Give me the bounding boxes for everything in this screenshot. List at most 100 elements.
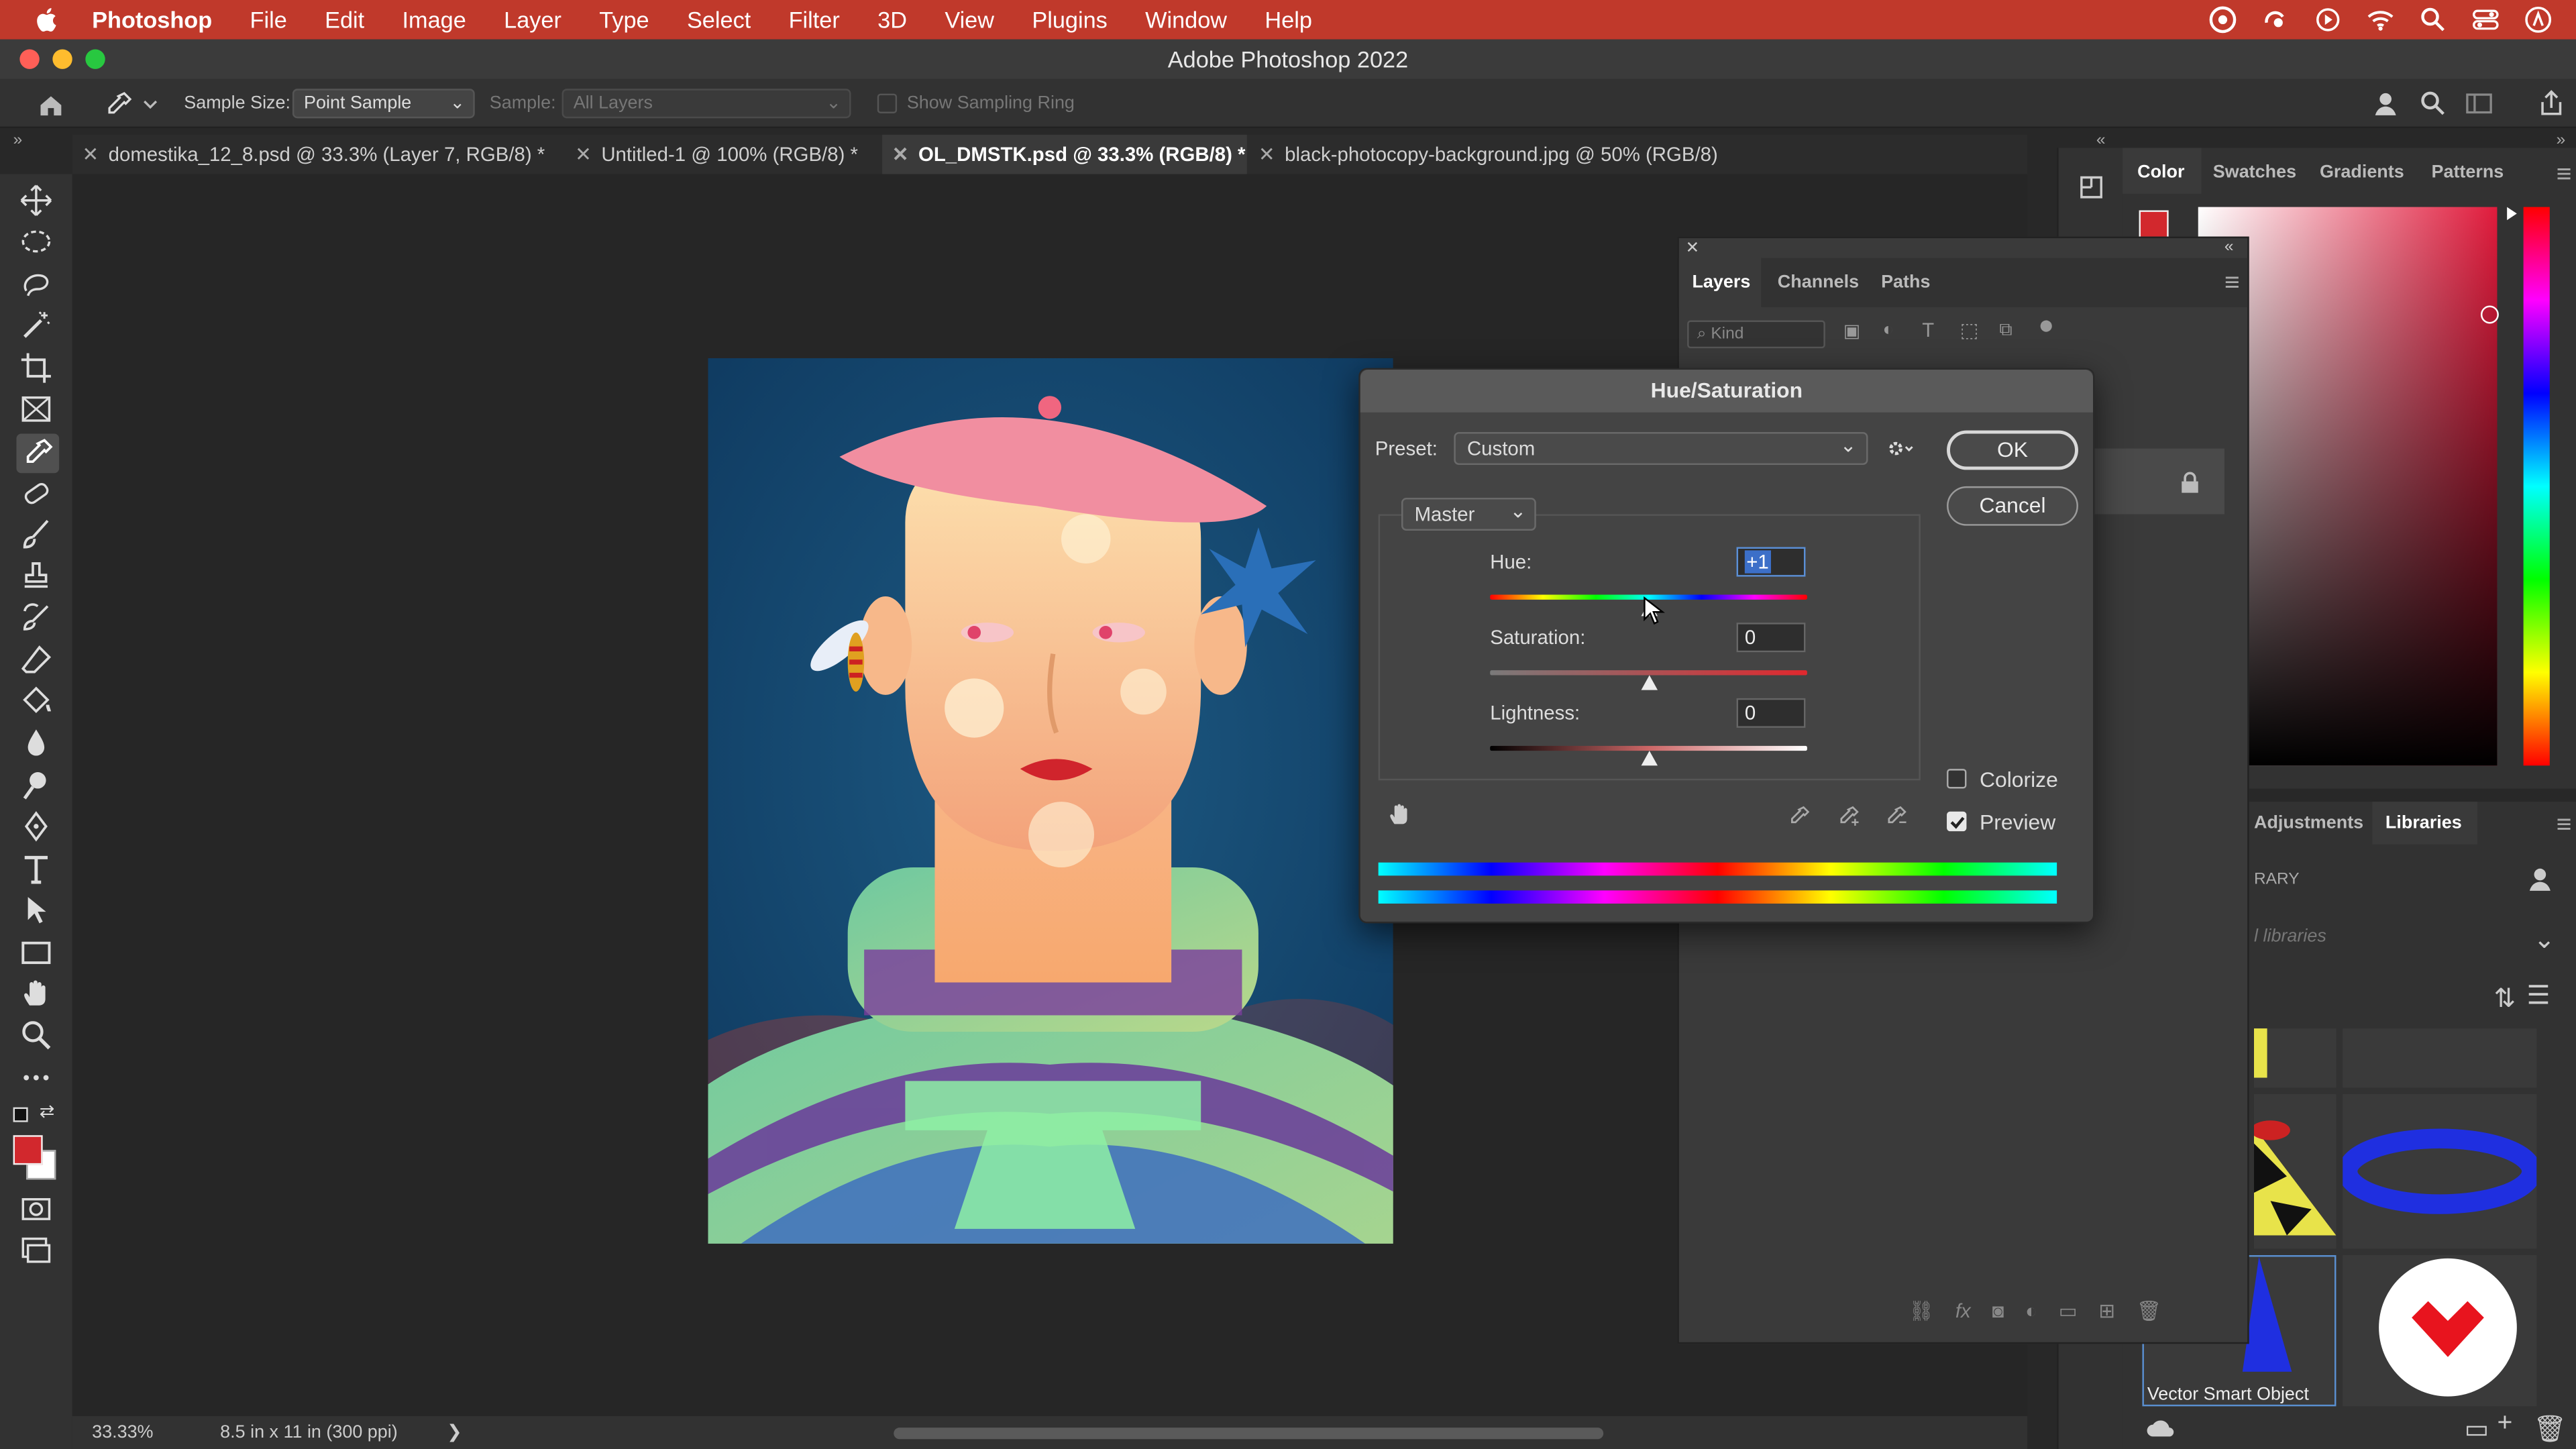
eyedropper-tool-icon[interactable]	[16, 433, 60, 474]
close-tab-icon[interactable]: ✕	[1258, 135, 1275, 174]
eyedropper-tool-preset-icon[interactable]	[103, 91, 133, 120]
filter-smart-object-icon[interactable]: ⧉	[1999, 321, 2012, 342]
menu-window[interactable]: Window	[1145, 7, 1227, 33]
siri-icon[interactable]	[2524, 5, 2553, 34]
filter-type-icon[interactable]: T	[1922, 319, 1934, 341]
library-item[interactable]	[2254, 1094, 2337, 1249]
sample-size-select[interactable]: Point Sample ⌄	[292, 89, 475, 119]
minimize-window-icon[interactable]	[52, 49, 72, 69]
quick-mask-icon[interactable]	[19, 1193, 56, 1229]
library-item[interactable]	[2343, 1028, 2537, 1088]
sort-icon[interactable]: ⇅	[2494, 982, 2516, 1015]
wifi-icon[interactable]	[2366, 5, 2396, 34]
filter-toggle-icon[interactable]	[2040, 320, 2052, 332]
pen-tool-icon[interactable]	[19, 810, 56, 846]
more-tools-icon[interactable]	[19, 1061, 56, 1097]
clone-stamp-tool-icon[interactable]	[19, 560, 56, 596]
menu-file[interactable]: File	[250, 7, 287, 33]
channel-select[interactable]: Master ⌄	[1401, 498, 1536, 531]
home-icon[interactable]	[36, 91, 66, 120]
sample-select[interactable]: All Layers ⌄	[561, 89, 851, 119]
color-picker-handle[interactable]	[2480, 305, 2499, 324]
hand-tool-icon[interactable]	[19, 977, 56, 1014]
invite-icon[interactable]	[2527, 864, 2557, 894]
tab-untitled[interactable]: ✕ Untitled-1 @ 100% (RGB/8) *	[565, 135, 880, 174]
new-layer-icon[interactable]: ⊞	[2098, 1299, 2115, 1322]
close-window-icon[interactable]	[19, 49, 40, 69]
add-icon[interactable]: +	[2497, 1409, 2512, 1439]
history-brush-tool-icon[interactable]	[19, 601, 56, 637]
close-tab-icon[interactable]: ✕	[892, 135, 909, 174]
delete-layer-icon[interactable]: 🗑	[2137, 1299, 2161, 1322]
libraries-dropdown[interactable]: l libraries	[2254, 926, 2326, 946]
tab-swatches[interactable]: Swatches	[2213, 162, 2296, 182]
play-icon[interactable]	[2313, 5, 2343, 34]
preset-options-gear-icon[interactable]	[1886, 437, 1915, 460]
history-panel-icon[interactable]	[2075, 171, 2108, 204]
show-sampling-ring-checkbox[interactable]	[877, 93, 898, 113]
tab-gradients[interactable]: Gradients	[2320, 162, 2404, 182]
colorize-checkbox[interactable]	[1947, 769, 1967, 789]
layer-filter-kind[interactable]: ⌕ Kind	[1687, 320, 1825, 349]
color-foreground-swatch[interactable]	[2139, 210, 2169, 240]
foreground-color-swatch[interactable]	[13, 1135, 43, 1165]
hue-input[interactable]: +1	[1736, 547, 1806, 577]
menu-layer[interactable]: Layer	[504, 7, 561, 33]
lasso-tool-icon[interactable]	[19, 268, 56, 304]
document-info-arrow[interactable]: ❯	[447, 1421, 462, 1442]
zoom-level[interactable]: 33.33%	[92, 1423, 153, 1442]
control-center-icon[interactable]	[2471, 5, 2500, 34]
magic-wand-tool-icon[interactable]	[19, 309, 56, 345]
link-layers-icon[interactable]: ⛓	[1909, 1299, 1934, 1322]
saturation-slider-thumb[interactable]	[1640, 675, 1657, 690]
zoom-window-icon[interactable]	[85, 49, 105, 69]
adjustment-layer-icon[interactable]: ◐	[2025, 1299, 2037, 1322]
filter-pixel-icon[interactable]: ▣	[1843, 321, 1860, 341]
tab-channels[interactable]: Channels	[1778, 273, 1859, 292]
collapse-panel-icon[interactable]: «	[2224, 238, 2234, 256]
menu-3d[interactable]: 3D	[877, 7, 907, 33]
collapse-panels-icon[interactable]: «	[2096, 131, 2106, 150]
user-share-icon[interactable]	[2372, 89, 2402, 118]
menu-view[interactable]: View	[945, 7, 994, 33]
chevron-down-icon[interactable]	[143, 97, 158, 111]
crop-tool-icon[interactable]	[19, 352, 56, 388]
targeted-adjustment-hand-icon[interactable]	[1387, 802, 1413, 828]
dodge-tool-icon[interactable]	[19, 769, 56, 805]
add-mask-icon[interactable]: ◙	[1992, 1299, 2004, 1322]
list-view-icon[interactable]: ☰	[2527, 979, 2551, 1012]
cancel-button[interactable]: Cancel	[1947, 486, 2078, 526]
menu-image[interactable]: Image	[402, 7, 466, 33]
new-group-icon[interactable]: ▭	[2059, 1299, 2078, 1322]
path-selection-tool-icon[interactable]	[19, 894, 56, 930]
lightness-input[interactable]: 0	[1736, 698, 1806, 728]
brush-tool-icon[interactable]	[19, 517, 56, 553]
panel-menu-icon[interactable]: ≡	[2557, 161, 2572, 191]
chevron-down-icon[interactable]: ⌄	[2533, 923, 2555, 956]
close-tab-icon[interactable]: ✕	[82, 135, 99, 174]
menu-filter[interactable]: Filter	[789, 7, 840, 33]
eraser-tool-icon[interactable]	[19, 644, 56, 680]
subtract-from-sample-eyedropper-icon[interactable]	[1884, 805, 1907, 828]
frame-tool-icon[interactable]	[19, 392, 56, 429]
workspace-icon[interactable]	[2464, 89, 2493, 118]
horizontal-scrollbar[interactable]	[894, 1428, 1604, 1440]
tab-adjustments[interactable]: Adjustments	[2254, 813, 2363, 833]
search-icon[interactable]	[2418, 89, 2448, 118]
tab-ol-dmstk[interactable]: ✕ OL_DMSTK.psd @ 33.3% (RGB/8) *	[882, 134, 1247, 174]
hue-strip[interactable]	[2523, 207, 2550, 766]
paint-bucket-tool-icon[interactable]	[19, 685, 56, 721]
lightness-slider-track[interactable]	[1490, 745, 1807, 751]
preset-select[interactable]: Custom ⌄	[1454, 432, 1868, 466]
library-item[interactable]	[2343, 1094, 2537, 1249]
apple-icon[interactable]	[33, 5, 62, 34]
delete-icon[interactable]: 🗑	[2533, 1413, 2567, 1446]
fx-icon[interactable]: fx	[1955, 1299, 1971, 1322]
panel-menu-icon[interactable]: ≡	[2224, 270, 2240, 299]
saturation-input[interactable]: 0	[1736, 623, 1806, 653]
menu-plugins[interactable]: Plugins	[1032, 7, 1107, 33]
close-panel-icon[interactable]: ✕	[1686, 240, 1700, 258]
menu-app[interactable]: Photoshop	[92, 7, 212, 33]
library-item[interactable]	[2254, 1028, 2337, 1088]
menu-select[interactable]: Select	[687, 7, 751, 33]
